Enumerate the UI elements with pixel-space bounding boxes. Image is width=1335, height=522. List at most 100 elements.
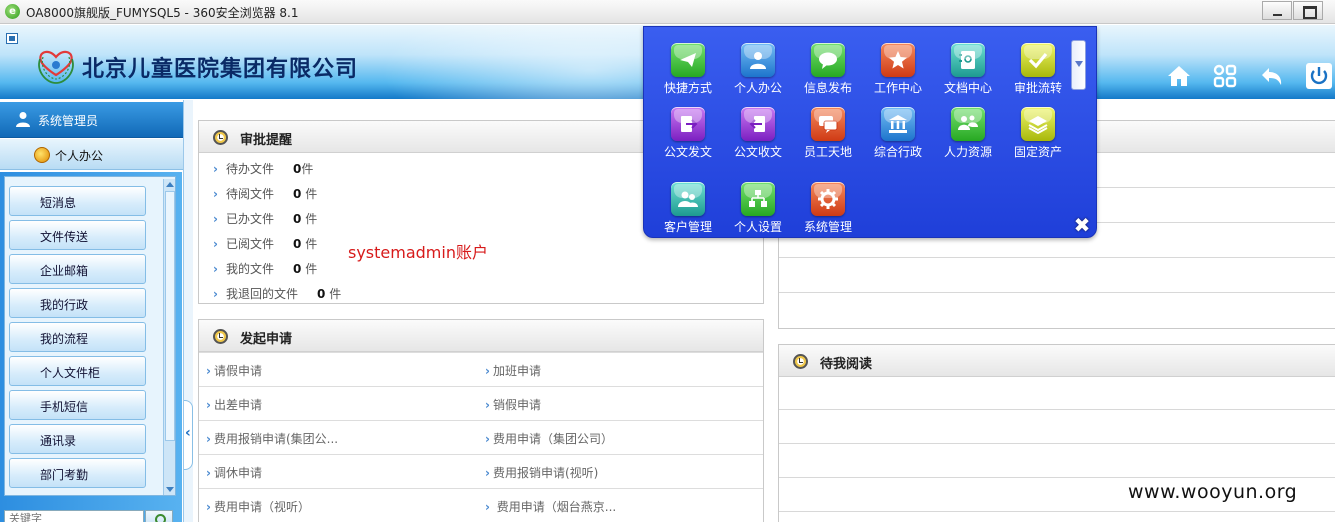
search-button[interactable]: [145, 510, 173, 522]
sidebar-user-bar[interactable]: 系统管理员: [0, 102, 183, 138]
org-chart-icon: [741, 182, 775, 216]
sidebar-item-messages[interactable]: 短消息: [9, 186, 146, 216]
sidebar-scrollbar[interactable]: [163, 179, 175, 495]
people-icon: [951, 107, 985, 141]
apply-link[interactable]: › 费用报销申请(视听): [485, 464, 598, 481]
close-icon[interactable]: ✖: [1072, 215, 1092, 235]
to-read-panel-title: 待我阅读: [820, 357, 873, 372]
home-icon[interactable]: [1166, 63, 1192, 89]
launcher-item-info-publish[interactable]: 信息发布: [791, 43, 861, 103]
arrow-right-icon: ›: [213, 187, 218, 201]
apply-link[interactable]: › 请假申请: [206, 362, 262, 379]
popup-scroll-down-button[interactable]: [1071, 40, 1086, 90]
chevron-left-icon[interactable]: ‹: [185, 425, 191, 441]
apply-link[interactable]: › 费用申请（集团公司）: [485, 430, 613, 447]
launcher-item-staff-world[interactable]: 员工天地: [791, 107, 861, 167]
scroll-down-icon[interactable]: [166, 487, 174, 492]
launcher-item-doc-receive[interactable]: 公文收文: [721, 107, 791, 167]
speech-bubble-icon: [811, 43, 845, 77]
gear-icon: [811, 182, 845, 216]
arrow-right-icon: ›: [485, 466, 490, 480]
sidebar-item-sms[interactable]: 手机短信: [9, 390, 146, 420]
launcher-item-work-center[interactable]: 工作中心: [861, 43, 931, 103]
launcher-item-personal-settings[interactable]: 个人设置: [721, 182, 791, 242]
maximize-button[interactable]: [1293, 1, 1323, 20]
sidebar-item-attendance[interactable]: 部门考勤: [9, 458, 146, 488]
launcher-item-personal-office[interactable]: 个人办公: [721, 43, 791, 103]
sidebar-item-file-transfer[interactable]: 文件传送: [9, 220, 146, 250]
clock-icon: [213, 329, 228, 344]
sidebar-item-contacts[interactable]: 通讯录: [9, 424, 146, 454]
approval-row[interactable]: › 已阅文件 0 件: [213, 235, 317, 252]
screen: e OA8000旗舰版_FUMYSQL5 - 360安全浏览器 8.1 北京儿童…: [0, 0, 1335, 522]
power-icon[interactable]: [1306, 63, 1332, 89]
layers-icon: [1021, 107, 1055, 141]
scroll-thumb[interactable]: [165, 191, 175, 441]
row-divider: [779, 409, 1335, 410]
approval-row[interactable]: › 待办文件 0件: [213, 160, 313, 177]
browser-logo-icon: e: [5, 4, 20, 19]
launcher-item-general-admin[interactable]: 综合行政: [861, 107, 931, 167]
browser-titlebar: e OA8000旗舰版_FUMYSQL5 - 360安全浏览器 8.1: [0, 0, 1335, 24]
launcher-item-approval-flow[interactable]: 审批流转: [1001, 43, 1071, 103]
arrow-right-icon: ›: [206, 466, 211, 480]
launcher-item-system-mgmt[interactable]: 系统管理: [791, 182, 861, 242]
approval-row[interactable]: › 我退回的文件 0 件: [213, 285, 341, 302]
back-arrow-icon[interactable]: [1258, 63, 1284, 89]
scroll-up-icon[interactable]: [166, 182, 174, 187]
approval-row[interactable]: › 待阅文件 0 件: [213, 185, 317, 202]
arrow-right-icon: ›: [485, 398, 490, 412]
approval-row[interactable]: › 我的文件 0 件: [213, 260, 317, 277]
sidebar-item-workflow[interactable]: 我的流程: [9, 322, 146, 352]
launcher-item-fixed-assets[interactable]: 固定资产: [1001, 107, 1071, 167]
arrow-right-icon: ›: [213, 262, 218, 276]
app-launcher-popup: 快捷方式 个人办公 信息发布 工作中心 文档中心 审批流转 公文发文 公文收文 …: [643, 26, 1097, 238]
arrow-right-icon: ›: [206, 398, 211, 412]
apply-link[interactable]: › 费用报销申请(集团公...: [206, 430, 338, 447]
window-restore-icon[interactable]: [6, 33, 18, 44]
launcher-item-doc-send[interactable]: 公文发文: [651, 107, 721, 167]
paper-plane-icon: [671, 43, 705, 77]
apply-link[interactable]: › 出差申请: [206, 396, 262, 413]
arrow-right-icon: ›: [485, 500, 490, 514]
arrow-right-icon: ›: [213, 287, 218, 301]
apply-row: › 调休申请 › 费用报销申请(视听): [199, 454, 763, 488]
sidebar-menu: 短消息 文件传送 企业邮箱 我的行政 我的流程 个人文件柜 手机短信 通讯录 部…: [4, 176, 176, 496]
approval-row[interactable]: › 已办文件 0 件: [213, 210, 317, 227]
approval-panel-title: 审批提醒: [240, 133, 293, 148]
apply-row: › 请假申请 › 加班申请: [199, 352, 763, 386]
arrow-right-icon: ›: [213, 237, 218, 251]
browser-title: OA8000旗舰版_FUMYSQL5 - 360安全浏览器 8.1: [26, 6, 299, 20]
sidebar-section-title: 个人办公: [55, 149, 104, 163]
address-book-icon: [951, 43, 985, 77]
row-divider: [779, 511, 1335, 512]
star-icon: [881, 43, 915, 77]
user-icon: [16, 112, 30, 127]
launcher-item-hr[interactable]: 人力资源: [931, 107, 1001, 167]
apply-row: › 费用申请（视听） › 费用申请（烟台燕京...: [199, 488, 763, 522]
sidebar-section-header[interactable]: 个人办公: [0, 139, 183, 170]
apply-panel-title: 发起申请: [240, 332, 293, 347]
arrow-right-icon: ›: [485, 432, 490, 446]
launcher-item-doc-center[interactable]: 文档中心: [931, 43, 1001, 103]
apply-link[interactable]: › 费用申请（视听）: [206, 498, 310, 515]
arrow-right-icon: ›: [213, 212, 218, 226]
apply-link[interactable]: › 加班申请: [485, 362, 541, 379]
sidebar-item-file-cabinet[interactable]: 个人文件柜: [9, 356, 146, 386]
launcher-item-shortcuts[interactable]: 快捷方式: [651, 43, 721, 103]
sidebar-item-admin[interactable]: 我的行政: [9, 288, 146, 318]
apply-link[interactable]: › 调休申请: [206, 464, 262, 481]
sidebar-search-input[interactable]: [4, 510, 144, 522]
launcher-item-customer-mgmt[interactable]: 客户管理: [651, 182, 721, 242]
apply-link[interactable]: › 费用申请（烟台燕京...: [485, 498, 616, 515]
grid-menu-icon[interactable]: [1212, 63, 1238, 89]
company-logo-icon: [38, 50, 74, 84]
to-read-panel-header: 待我阅读: [779, 345, 1335, 377]
arrow-right-icon: ›: [485, 364, 490, 378]
arrow-right-icon: ›: [206, 364, 211, 378]
sidebar-item-email[interactable]: 企业邮箱: [9, 254, 146, 284]
chat-icon: [811, 107, 845, 141]
apply-link[interactable]: › 销假申请: [485, 396, 541, 413]
sidebar-user-name: 系统管理员: [38, 114, 99, 128]
minimize-button[interactable]: [1262, 1, 1292, 20]
